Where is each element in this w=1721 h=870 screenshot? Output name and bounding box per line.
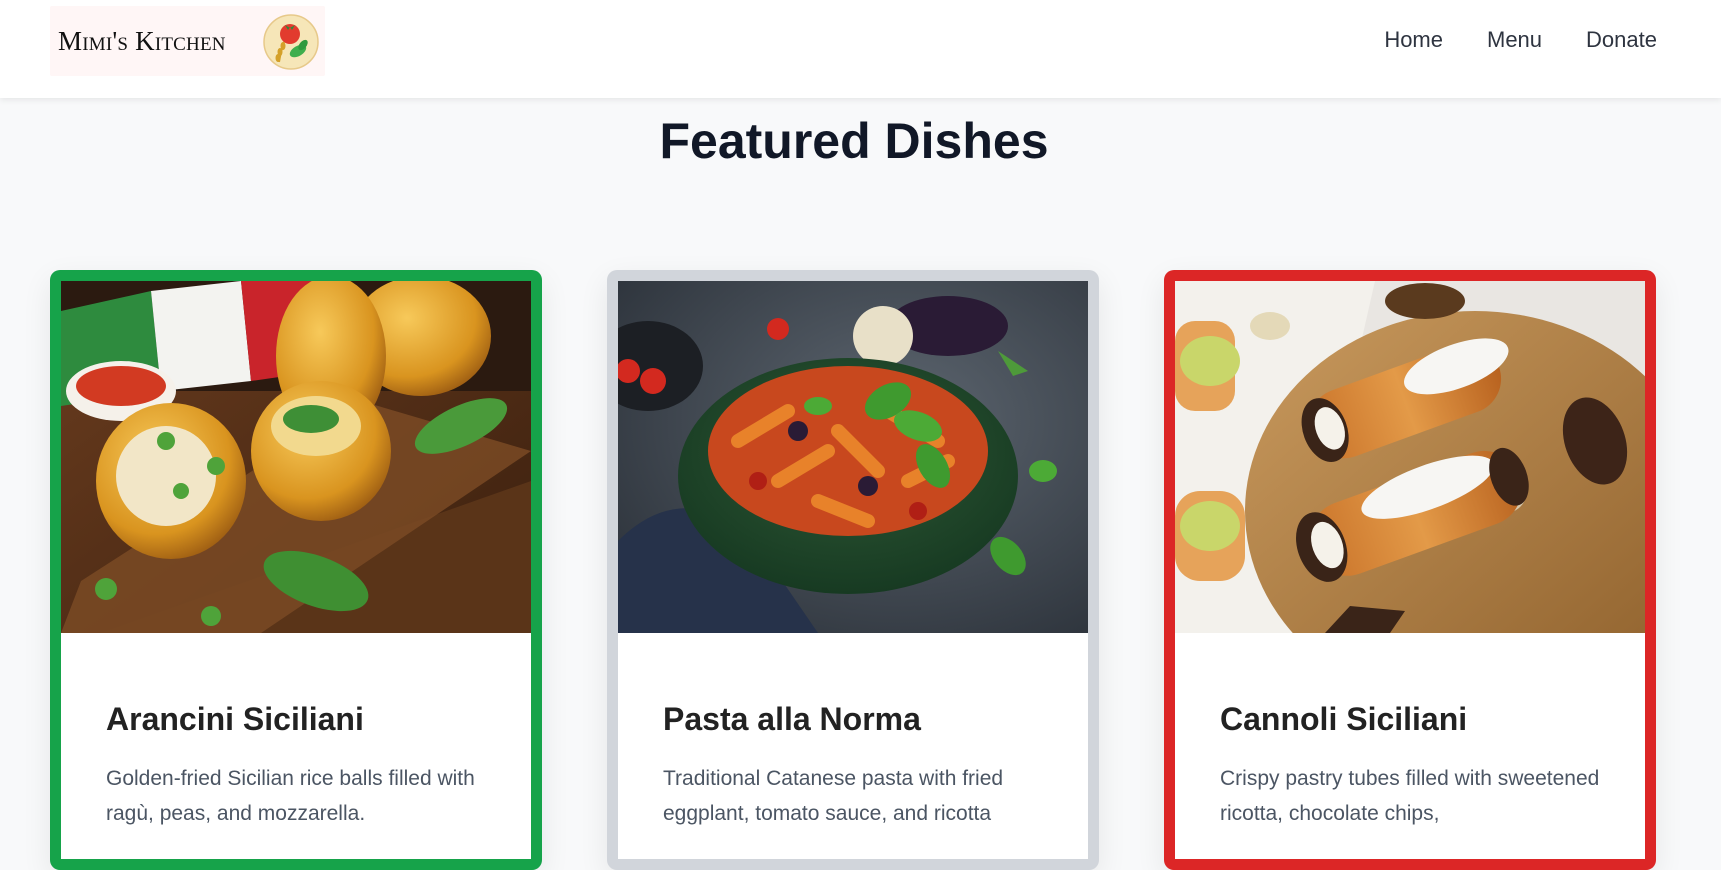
main-nav: Home Menu Donate xyxy=(1340,24,1657,56)
logo-text: Mimi's Kitchen xyxy=(58,25,226,56)
arancini-photo xyxy=(61,281,531,633)
dish-title: Cannoli Siciliani xyxy=(1220,701,1468,737)
dish-title: Arancini Siciliani xyxy=(106,701,364,737)
cannoli-photo xyxy=(1175,281,1645,633)
section-title: Featured Dishes xyxy=(659,113,1049,169)
dish-card-cannoli[interactable]: Cannoli Siciliani Crispy pastry tubes fi… xyxy=(1164,270,1656,870)
pasta-alla-norma-photo xyxy=(618,281,1088,633)
nav-home-link[interactable]: Home xyxy=(1384,24,1443,56)
site-header: Mimi's Kitchen Home Menu Donate xyxy=(0,0,1721,98)
dish-card-arancini[interactable]: Arancini Siciliani Golden-fried Sicilian… xyxy=(50,270,542,870)
nav-menu-link[interactable]: Menu xyxy=(1487,24,1542,56)
tomato-basil-logo-icon xyxy=(263,14,319,70)
dish-title: Pasta alla Norma xyxy=(663,701,921,737)
logo[interactable]: Mimi's Kitchen xyxy=(50,6,325,76)
dish-card-pasta-alla-norma[interactable]: Pasta alla Norma Traditional Catanese pa… xyxy=(607,270,1099,870)
nav-donate-link[interactable]: Donate xyxy=(1586,24,1657,56)
